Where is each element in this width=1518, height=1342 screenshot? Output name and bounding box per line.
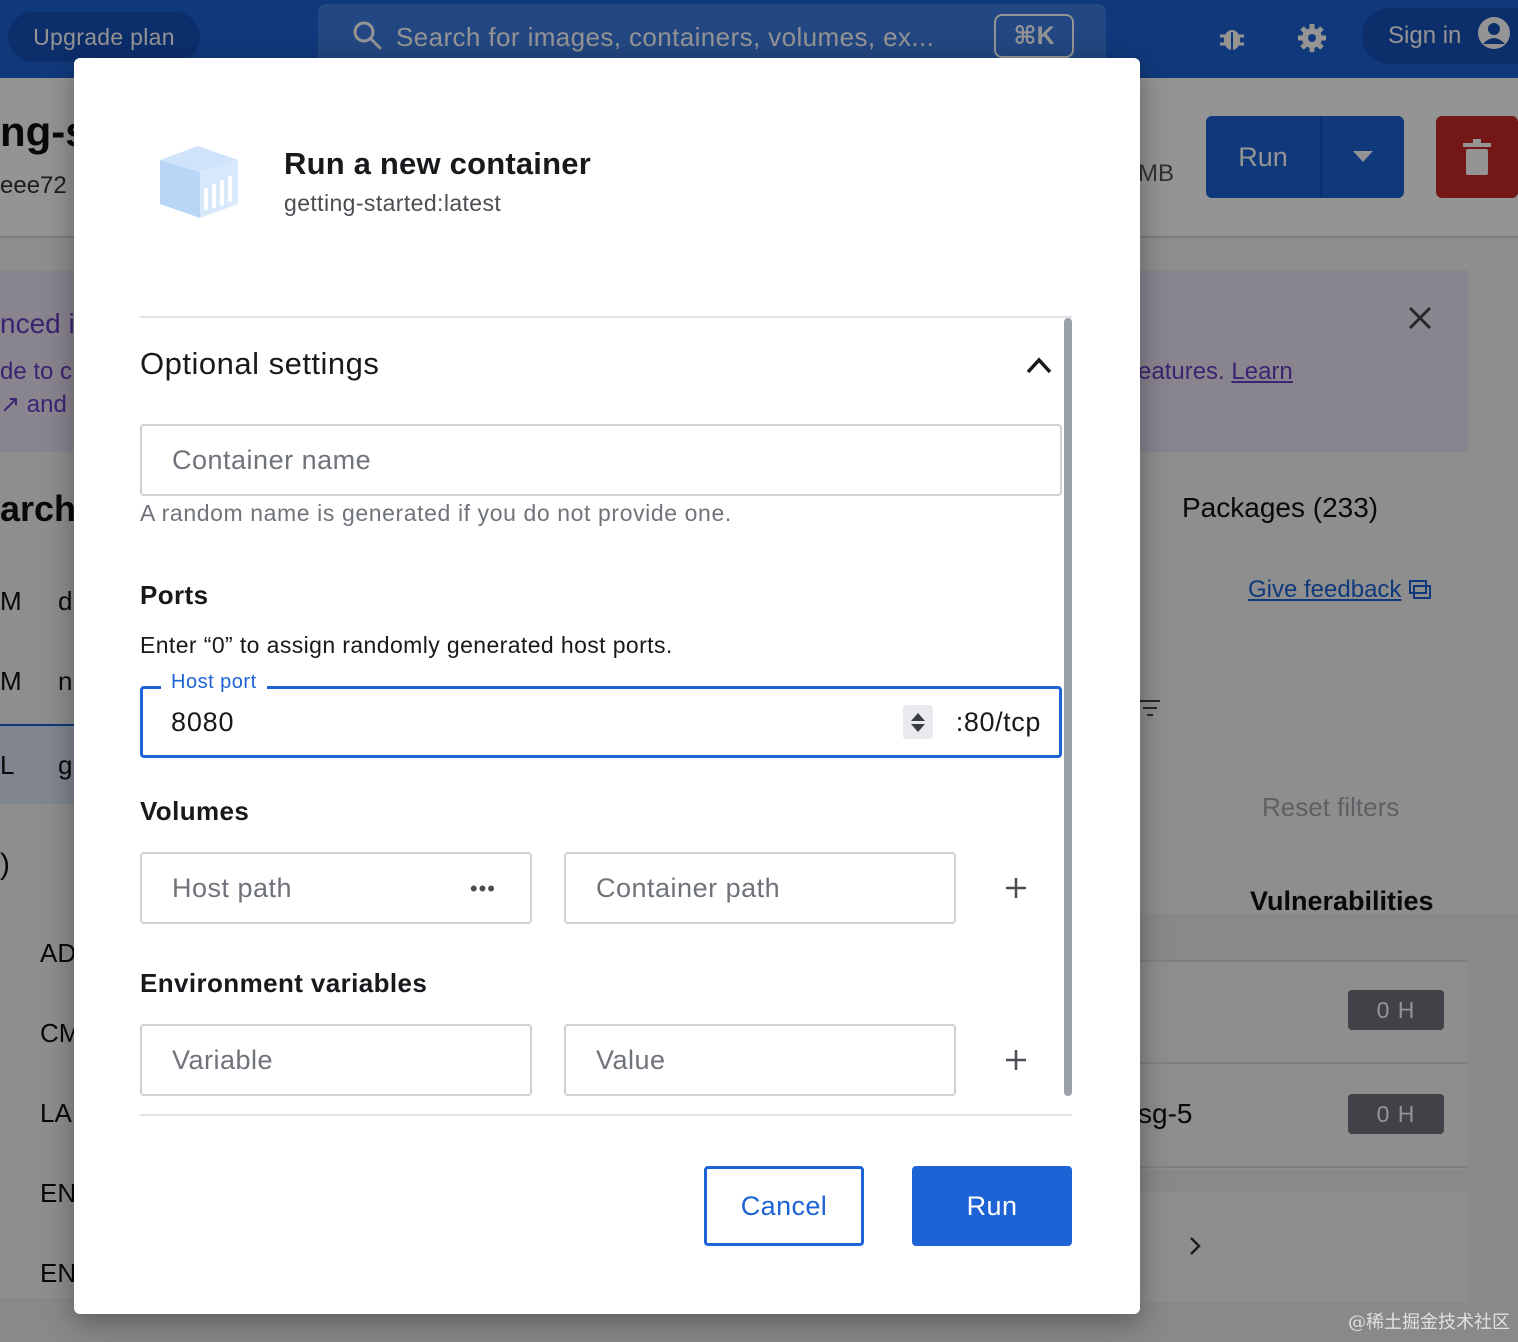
add-volume-plus-icon[interactable] — [1004, 876, 1028, 900]
browse-more-icon[interactable]: ••• — [470, 876, 496, 902]
dialog-subtitle: getting-started:latest — [284, 190, 502, 216]
env-vars-title: Environment variables — [140, 968, 428, 998]
container-name-input[interactable]: Container name — [140, 424, 1062, 496]
add-env-plus-icon[interactable] — [1004, 1048, 1028, 1072]
ports-title: Ports — [140, 580, 209, 610]
container-image-icon — [152, 142, 244, 222]
stepper-up-icon[interactable] — [911, 712, 925, 721]
cancel-button[interactable]: Cancel — [704, 1166, 864, 1246]
run-button[interactable]: Run — [912, 1166, 1072, 1246]
stepper-down-icon[interactable] — [911, 723, 925, 732]
volumes-title: Volumes — [140, 796, 250, 826]
host-port-label: Host port — [161, 671, 267, 694]
optional-settings-panel: Optional settings Container name A rando… — [140, 316, 1072, 1116]
run-container-dialog: Run a new container getting-started:late… — [74, 58, 1140, 1314]
host-path-input[interactable]: Host path ••• — [140, 852, 532, 924]
container-path-input[interactable]: Container path — [564, 852, 956, 924]
env-value-input[interactable]: Value — [564, 1024, 956, 1096]
host-path-placeholder: Host path — [172, 872, 293, 903]
collapse-chevron-up-icon[interactable] — [1024, 354, 1054, 376]
settings-scrollbar[interactable] — [1064, 318, 1072, 1096]
port-stepper[interactable] — [903, 705, 933, 739]
host-port-input[interactable]: Host port 8080 :80/tcp — [140, 671, 1062, 758]
watermark: @稀土掘金技术社区 — [1348, 1312, 1510, 1333]
host-port-value[interactable]: 8080 — [171, 707, 234, 738]
ports-description: Enter “0” to assign randomly generated h… — [140, 632, 673, 658]
optional-settings-title: Optional settings — [140, 346, 380, 381]
container-port-suffix: :80/tcp — [955, 707, 1041, 737]
dialog-title: Run a new container — [284, 146, 591, 181]
container-name-hint: A random name is generated if you do not… — [140, 500, 732, 526]
env-variable-input[interactable]: Variable — [140, 1024, 532, 1096]
